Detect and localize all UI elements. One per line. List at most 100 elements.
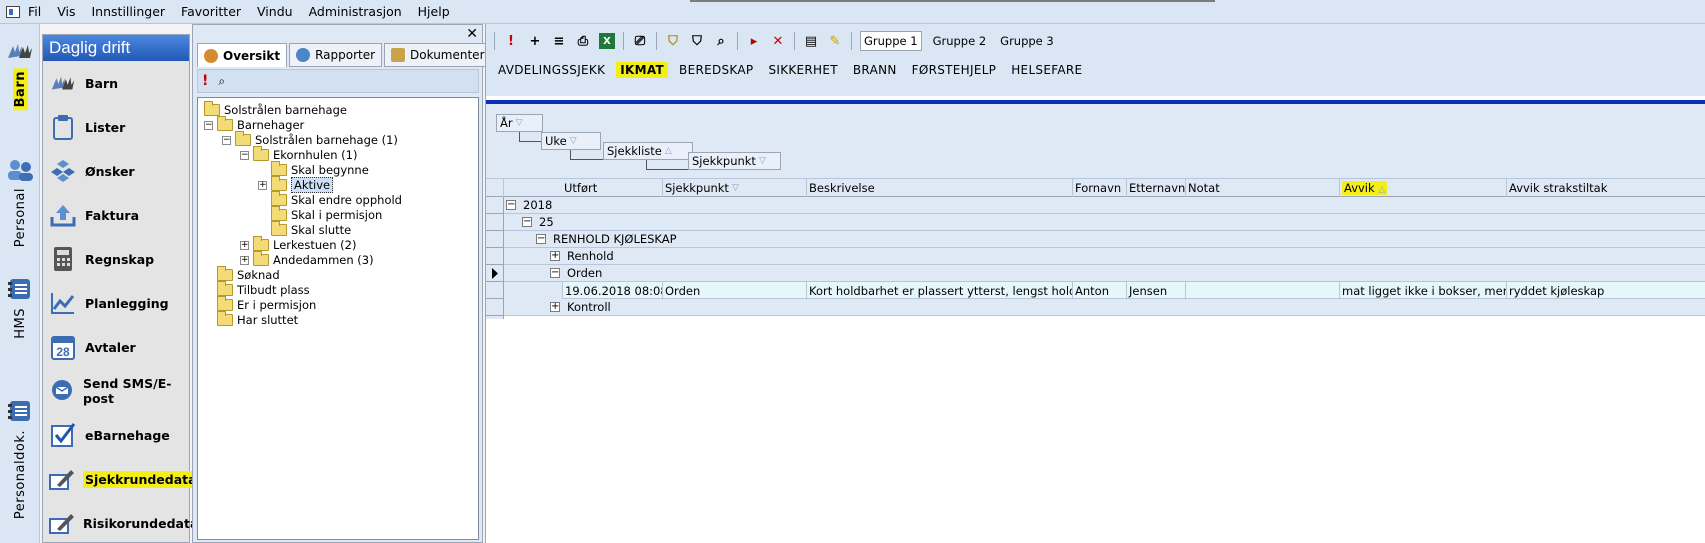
filter-icon[interactable]: ⛉	[689, 33, 705, 49]
group-row-checklist[interactable]: − RENHOLD KJØLESKAP	[504, 231, 1705, 248]
row-selector[interactable]	[486, 197, 504, 214]
category-avdelingssjekk[interactable]: AVDELINGSSJEKK	[498, 63, 605, 77]
arrow-star-icon[interactable]: ▸	[746, 33, 762, 49]
cell-fornavn[interactable]: Anton	[1073, 282, 1127, 299]
column-sjekkpunkt[interactable]: Sjekkpunkt ▽	[663, 179, 807, 197]
cell-notat[interactable]	[1186, 282, 1340, 299]
group-by-uke[interactable]: Uke ▽	[541, 132, 601, 150]
rail-item-personaldok[interactable]: Personaldok.	[0, 398, 40, 519]
add-icon[interactable]: +	[527, 33, 543, 49]
drift-item-ebarnehage[interactable]: eBarnehage	[43, 413, 189, 457]
column-beskrivelse[interactable]: Beskrivelse	[807, 179, 1073, 197]
column-notat[interactable]: Notat	[1186, 179, 1340, 197]
filter-check-icon[interactable]: ⛉	[665, 33, 681, 49]
menu-administrasjon[interactable]: Administrasjon	[309, 4, 402, 19]
drift-item-risikorundedata[interactable]: Risikorundedata	[43, 501, 198, 543]
cell-etternavn[interactable]: Jensen	[1127, 282, 1186, 299]
menu-fil[interactable]: Fil	[28, 4, 41, 19]
collapse-icon[interactable]: −	[550, 268, 560, 278]
group-2-tab[interactable]: Gruppe 2	[930, 31, 990, 51]
rail-item-hms[interactable]: HMS	[0, 276, 40, 339]
excel-icon[interactable]: X	[599, 33, 615, 49]
binoculars-icon[interactable]: ⌕	[713, 33, 729, 49]
expand-icon[interactable]: +	[240, 240, 249, 250]
row-selector[interactable]	[486, 282, 504, 299]
row-selector[interactable]	[486, 231, 504, 248]
column-avvik[interactable]: Avvik △	[1340, 179, 1507, 197]
cell-utfort[interactable]: 19.06.2018 08:08:...	[563, 282, 663, 299]
tab-rapporter[interactable]: Rapporter	[289, 43, 383, 67]
collapse-icon[interactable]: −	[240, 150, 249, 160]
category-forstehjelp[interactable]: FØRSTEHJELP	[912, 63, 997, 77]
collapse-icon[interactable]: −	[522, 217, 532, 227]
tree-node[interactable]: − Barnehager	[204, 116, 304, 133]
tab-dokumenter[interactable]: Dokumenter	[384, 43, 492, 67]
menu-vindu[interactable]: Vindu	[257, 4, 293, 19]
cell-avvik[interactable]: mat ligget ikke i bokser, men løst ...	[1340, 282, 1507, 299]
drift-item-planlegging[interactable]: Planlegging	[43, 281, 189, 325]
drift-item-regnskap[interactable]: Regnskap	[43, 237, 189, 281]
tree-node[interactable]: Er i permisjon	[217, 296, 316, 313]
column-utfort[interactable]: Utført	[504, 179, 663, 197]
category-sikkerhet[interactable]: SIKKERHET	[768, 63, 837, 77]
collapse-icon[interactable]: −	[204, 120, 213, 130]
group-by-sjekkliste[interactable]: Sjekkliste △	[603, 142, 693, 160]
close-icon[interactable]: ✕	[466, 26, 478, 42]
category-ikmat[interactable]: IKMAT	[616, 62, 669, 78]
column-avvik-strakstiltak[interactable]: Avvik strakstiltak	[1507, 179, 1705, 197]
group-row-point[interactable]: + Kontroll	[504, 299, 1705, 316]
group-by-ar[interactable]: År ▽	[496, 114, 543, 132]
group-row-year[interactable]: −2018	[504, 197, 1705, 214]
cell-sjekkpunkt[interactable]: Orden	[663, 282, 807, 299]
rail-item-barn[interactable]: Barn	[0, 40, 40, 111]
drift-item-barn[interactable]: Barn	[43, 61, 189, 105]
row-selector[interactable]	[486, 299, 504, 316]
group-row-point[interactable]: + Renhold	[504, 248, 1705, 265]
print-icon[interactable]: ⎚	[632, 33, 648, 49]
app-icon[interactable]	[6, 5, 20, 18]
edit-pen-icon[interactable]: ✎	[827, 33, 843, 49]
exclamation-icon[interactable]: !	[202, 73, 208, 89]
category-brann[interactable]: BRANN	[853, 63, 897, 77]
group-3-tab[interactable]: Gruppe 3	[997, 31, 1057, 51]
drift-item-avtaler[interactable]: 28 Avtaler	[43, 325, 189, 369]
category-beredskap[interactable]: BEREDSKAP	[679, 63, 753, 77]
tree-node[interactable]: Skal slutte	[271, 221, 351, 238]
column-fornavn[interactable]: Fornavn	[1073, 179, 1127, 197]
binoculars-icon[interactable]: ⌕	[218, 74, 225, 89]
group-row-point[interactable]: − Orden	[504, 265, 1705, 282]
expand-icon[interactable]: +	[240, 255, 249, 265]
cell-beskrivelse[interactable]: Kort holdbarhet er plassert ytterst, len…	[807, 282, 1073, 299]
menu-favoritter[interactable]: Favoritter	[181, 4, 241, 19]
drift-item-sjekkrundedata[interactable]: Sjekkrundedata	[43, 457, 199, 501]
row-selector[interactable]	[486, 214, 504, 231]
delete-icon[interactable]: ✕	[770, 33, 786, 49]
group-by-sjekkpunkt[interactable]: Sjekkpunkt ▽	[688, 152, 781, 170]
tab-oversikt[interactable]: Oversikt	[197, 43, 288, 67]
properties-icon[interactable]: ▤	[803, 33, 819, 49]
tree-node[interactable]: − Ekornhulen (1)	[240, 146, 357, 163]
menu-vis[interactable]: Vis	[57, 4, 75, 19]
collapse-icon[interactable]: −	[222, 135, 231, 145]
menu-innstillinger[interactable]: Innstillinger	[92, 4, 166, 19]
tree-node[interactable]: Skal i permisjon	[271, 206, 382, 223]
collapse-icon[interactable]: −	[506, 200, 516, 210]
expand-icon[interactable]: +	[550, 251, 560, 261]
exclamation-icon[interactable]: !	[503, 33, 519, 49]
drift-item-send-sms[interactable]: Send SMS/E-post	[43, 369, 189, 413]
category-helsefare[interactable]: HELSEFARE	[1011, 63, 1082, 77]
group-1-tab[interactable]: Gruppe 1	[860, 31, 922, 51]
expand-icon[interactable]: +	[550, 302, 560, 312]
tree-node[interactable]: Søknad	[217, 266, 280, 283]
row-selector-current[interactable]	[486, 265, 504, 282]
tree-node[interactable]: Tilbudt plass	[217, 281, 310, 298]
column-etternavn[interactable]: Etternavn	[1127, 179, 1186, 197]
cell-avvik-strakstiltak[interactable]: ryddet kjøleskap	[1507, 282, 1705, 299]
drift-item-onsker[interactable]: Ønsker	[43, 149, 189, 193]
expand-icon[interactable]: +	[258, 180, 267, 190]
drift-item-faktura[interactable]: Faktura	[43, 193, 189, 237]
menu-hjelp[interactable]: Hjelp	[418, 4, 450, 19]
tree-node-selected[interactable]: + Aktive	[258, 176, 334, 193]
tree-node[interactable]: + Andedammen (3)	[240, 251, 374, 268]
collapse-icon[interactable]: −	[536, 234, 546, 244]
